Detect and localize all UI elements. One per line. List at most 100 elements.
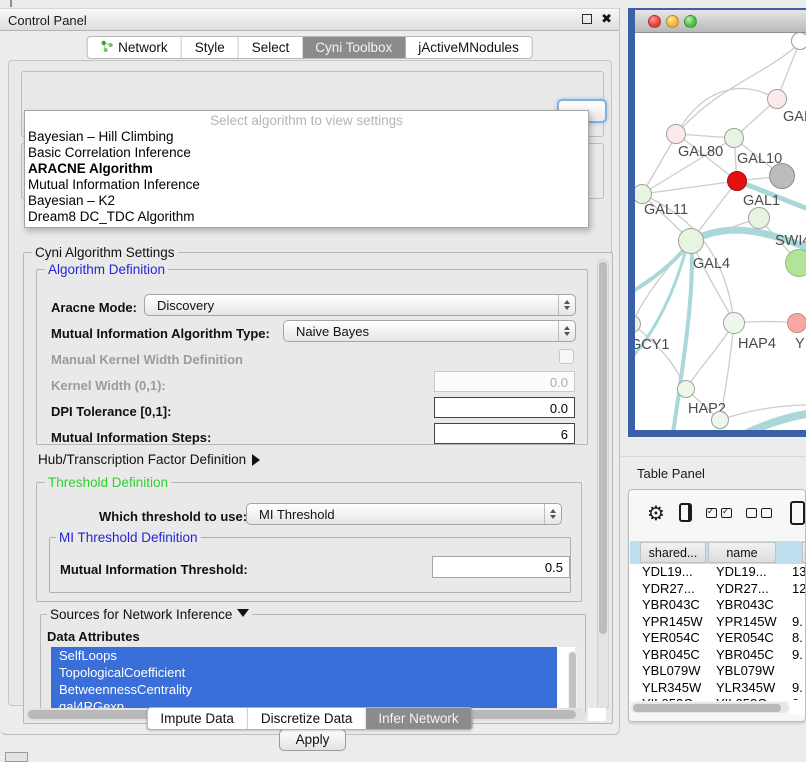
tab-cyni-toolbox[interactable]: Cyni Toolbox bbox=[302, 37, 405, 58]
dpi-tolerance-label: DPI Tolerance [0,1]: bbox=[51, 404, 171, 419]
tab-infer-network[interactable]: Infer Network bbox=[365, 708, 471, 729]
table-row[interactable]: YBR045CYBR045C9. bbox=[630, 647, 806, 664]
table-cell: YBR045C bbox=[642, 647, 700, 662]
attribute-item[interactable]: BetweennessCentrality bbox=[51, 681, 557, 698]
table-scrollbar-corner bbox=[790, 700, 806, 714]
table-cell: YLR345W bbox=[716, 680, 775, 695]
tab-discretize-data[interactable]: Discretize Data bbox=[247, 708, 366, 729]
table-toolbar: ⚙ bbox=[629, 490, 805, 535]
network-node-hap2[interactable] bbox=[677, 380, 695, 398]
table-panel: ⚙ shared...name YDL19...YDL19...13YDR27.… bbox=[628, 489, 806, 722]
mi-threshold-label: Mutual Information Threshold: bbox=[60, 562, 248, 577]
algorithm-option[interactable]: ARACNE Algorithm bbox=[25, 161, 588, 177]
tab-select[interactable]: Select bbox=[238, 37, 303, 58]
node-label: GAL11 bbox=[644, 202, 688, 218]
sources-group: Sources for Network Inference Data Attri… bbox=[40, 614, 586, 718]
app-screen: Control Panel ✖ NetworkStyleSelectCyni T… bbox=[0, 0, 806, 762]
table-row[interactable]: YER054CYER054C8. bbox=[630, 630, 806, 647]
aracne-mode-combobox[interactable]: Discovery bbox=[144, 294, 576, 316]
algorithm-option[interactable]: Dream8 DC_TDC Algorithm bbox=[25, 209, 588, 225]
network-node-gal4[interactable] bbox=[678, 228, 704, 254]
settings-vscroll-thumb[interactable] bbox=[599, 262, 607, 634]
table-horizontal-scrollbar[interactable] bbox=[631, 702, 789, 713]
algorithm-definition-title: Algorithm Definition bbox=[45, 262, 168, 277]
window-zoom-icon[interactable] bbox=[684, 15, 697, 28]
network-node-hap4[interactable] bbox=[723, 312, 745, 334]
kernel-width-field[interactable]: 0.0 bbox=[434, 371, 575, 392]
table-cell: YDR27... bbox=[642, 581, 695, 596]
manual-kernel-width-label: Manual Kernel Width Definition bbox=[51, 352, 243, 367]
network-node-gal10[interactable] bbox=[724, 128, 744, 148]
column-header[interactable]: name bbox=[708, 542, 776, 563]
table-cell: 8. bbox=[792, 630, 803, 645]
network-icon bbox=[100, 40, 113, 56]
mi-steps-field[interactable]: 6 bbox=[434, 423, 575, 444]
data-attributes-label: Data Attributes bbox=[47, 629, 140, 644]
column-visibility-icon[interactable] bbox=[679, 503, 692, 522]
column-header[interactable] bbox=[802, 542, 806, 563]
attributes-scrollbar[interactable] bbox=[568, 651, 577, 715]
dpi-tolerance-field[interactable]: 0.0 bbox=[434, 397, 575, 418]
float-panel-icon[interactable] bbox=[582, 14, 592, 24]
algorithm-option[interactable]: Basic Correlation Inference bbox=[25, 145, 588, 161]
table-row[interactable]: YBL079WYBL079W bbox=[630, 663, 806, 680]
table-cell: 9. bbox=[792, 614, 803, 629]
attributes-scroll-thumb[interactable] bbox=[569, 652, 576, 710]
select-all-checkboxes-icon[interactable] bbox=[706, 508, 732, 518]
table-row[interactable]: YBR043CYBR043C bbox=[630, 597, 806, 614]
scrollbar-corner bbox=[588, 708, 606, 721]
table-panel-title: Table Panel bbox=[637, 466, 705, 481]
sources-toggle[interactable]: Sources for Network Inference bbox=[47, 607, 252, 622]
apply-button[interactable]: Apply bbox=[279, 729, 346, 751]
table-settings-gear-icon[interactable]: ⚙ bbox=[647, 503, 665, 523]
settings-vertical-scrollbar[interactable] bbox=[597, 259, 609, 711]
table-cell: YPR145W bbox=[716, 614, 777, 629]
window-minimize-icon[interactable] bbox=[666, 15, 679, 28]
manual-kernel-width-checkbox[interactable] bbox=[559, 349, 574, 364]
control-panel-tabbar: NetworkStyleSelectCyni ToolboxjActiveMNo… bbox=[86, 36, 533, 59]
close-panel-icon[interactable]: ✖ bbox=[601, 13, 612, 25]
mi-threshold-field[interactable]: 0.5 bbox=[432, 556, 570, 578]
network-node[interactable] bbox=[711, 411, 729, 429]
algorithm-option[interactable]: Bayesian – K2 bbox=[25, 193, 588, 209]
network-node[interactable] bbox=[785, 249, 806, 277]
combo-spinner-icon bbox=[544, 504, 561, 524]
network-view-window[interactable]: GALGAL80GAL10GAL1GAL11SWI4GAL4GCY1HAP4YH… bbox=[628, 8, 806, 437]
network-node[interactable] bbox=[769, 163, 795, 189]
table-row[interactable]: YDL19...YDL19...13 bbox=[630, 564, 806, 581]
table-row[interactable]: YDR27...YDR27...12 bbox=[630, 581, 806, 598]
table-hscroll-thumb[interactable] bbox=[633, 704, 781, 712]
algorithm-option[interactable]: Mutual Information Inference bbox=[25, 177, 588, 193]
attribute-item[interactable]: SelfLoops bbox=[51, 647, 557, 664]
which-threshold-combobox[interactable]: MI Threshold bbox=[246, 503, 562, 525]
tab-jactivemnodules[interactable]: jActiveMNodules bbox=[405, 37, 532, 58]
algorithm-option[interactable]: Bayesian – Hill Climbing bbox=[25, 129, 588, 145]
window-close-icon[interactable] bbox=[648, 15, 661, 28]
tab-network[interactable]: Network bbox=[87, 37, 181, 58]
network-node-swi4[interactable] bbox=[748, 207, 770, 229]
collapsed-panel-icon[interactable] bbox=[5, 752, 28, 762]
network-node-gal[interactable] bbox=[767, 89, 787, 109]
kernel-width-label: Kernel Width (0,1): bbox=[51, 378, 166, 393]
table-row[interactable]: YPR145WYPR145W9. bbox=[630, 614, 806, 631]
attribute-item[interactable]: TopologicalCoefficient bbox=[51, 664, 557, 681]
export-table-icon[interactable] bbox=[790, 501, 805, 525]
table-cell: 9. bbox=[792, 680, 803, 695]
algorithm-dropdown-popup: Select algorithm to view settings Bayesi… bbox=[24, 110, 589, 228]
network-canvas[interactable]: GALGAL80GAL10GAL1GAL11SWI4GAL4GCY1HAP4YH… bbox=[635, 33, 806, 430]
table-row[interactable]: YLR345WYLR345W9. bbox=[630, 680, 806, 697]
table-cell: YIL052C bbox=[716, 696, 767, 701]
hub-tf-definition-toggle[interactable]: Hub/Transcription Factor Definition bbox=[38, 452, 260, 467]
tab-impute-data[interactable]: Impute Data bbox=[147, 708, 247, 729]
node-label: HAP4 bbox=[738, 336, 776, 352]
network-node-y[interactable] bbox=[787, 313, 806, 333]
table-cell: YBR045C bbox=[716, 647, 774, 662]
table-row[interactable]: YIL052CYIL052C9. bbox=[630, 696, 806, 701]
mi-algorithm-type-combobox[interactable]: Naive Bayes bbox=[283, 320, 576, 342]
network-node-gal80[interactable] bbox=[666, 124, 686, 144]
column-header[interactable]: shared... bbox=[640, 542, 706, 563]
deselect-all-checkboxes-icon[interactable] bbox=[746, 508, 772, 518]
tab-style[interactable]: Style bbox=[181, 37, 238, 58]
network-node[interactable] bbox=[791, 33, 806, 50]
network-node-gal1[interactable] bbox=[727, 171, 747, 191]
